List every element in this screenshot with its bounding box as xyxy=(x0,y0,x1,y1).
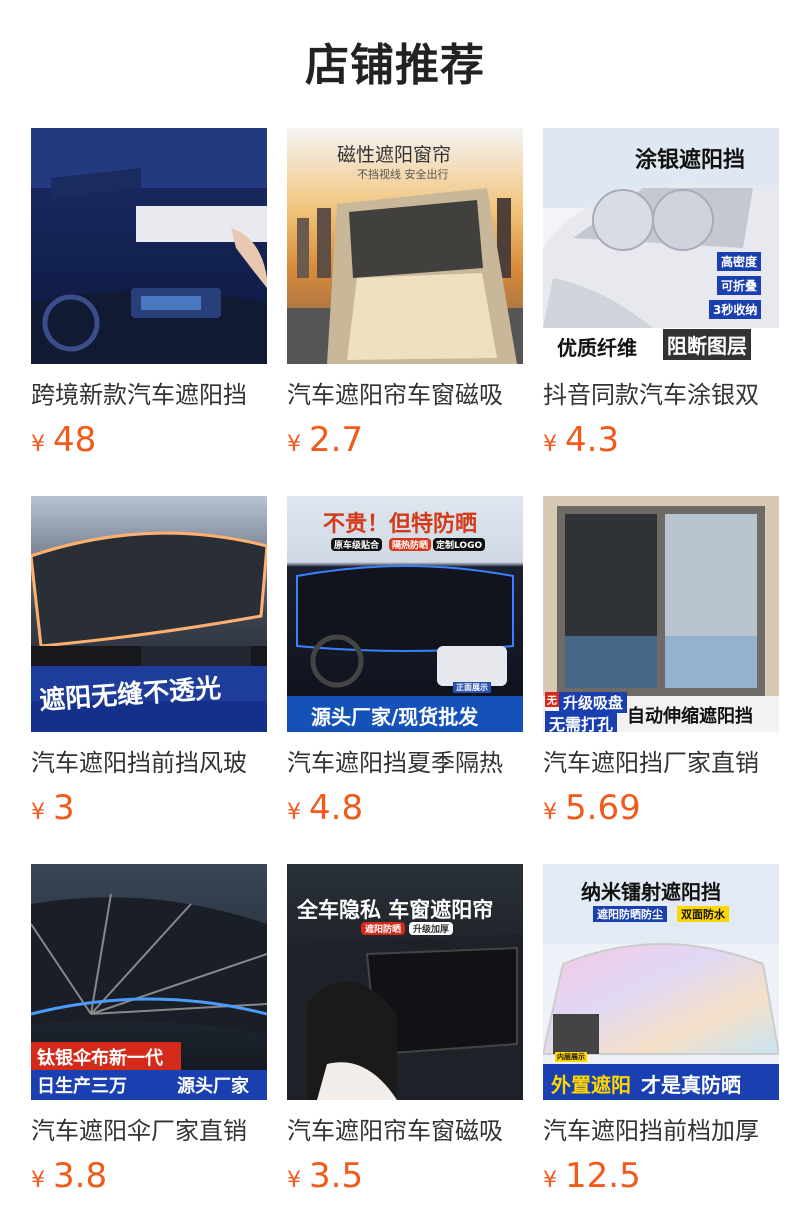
overlay-badge: 隔热防晒 xyxy=(389,538,432,551)
product-card[interactable]: 钛银伞布新一代 日生产三万 源头厂家 汽车遮阳伞厂家直销 ¥3.8 xyxy=(31,864,267,1232)
product-price: ¥3.5 xyxy=(287,1156,523,1196)
overlay-text: 优质纤维 xyxy=(557,336,637,360)
overlay-text: 自动伸缩遮阳挡 xyxy=(627,706,753,727)
product-card[interactable]: 全车隐私 车窗遮阳帘 遮阳防晒 升级加厚 汽车遮阳帘车窗磁吸 ¥3.5 xyxy=(287,864,523,1232)
product-title[interactable]: 汽车遮阳伞厂家直销 xyxy=(31,1114,267,1148)
overlay-text: 才是真防晒 xyxy=(641,1073,741,1097)
overlay-text: 源头厂家 xyxy=(177,1076,249,1097)
product-card[interactable]: 无 升级吸盘 无需打孔 自动伸缩遮阳挡 汽车遮阳挡厂家直销 ¥5.69 xyxy=(543,496,779,864)
overlay-text: 磁性遮阳窗帘 xyxy=(337,144,452,166)
retractable-window-shade-image[interactable]: 无 升级吸盘 无需打孔 自动伸缩遮阳挡 xyxy=(543,496,779,732)
silver-windshield-shade-image[interactable]: 涂银遮阳挡 高密度 可折叠 3秒收纳 优质纤维 阻断图层 xyxy=(543,128,779,364)
magnetic-window-curtain-image[interactable]: 磁性遮阳窗帘 不挡视线 安全出行 xyxy=(287,128,523,364)
overlay-text: 日生产三万 xyxy=(37,1076,127,1097)
privacy-window-curtain-image[interactable]: 全车隐私 车窗遮阳帘 遮阳防晒 升级加厚 xyxy=(287,864,523,1100)
product-card[interactable]: 不贵！但特防晒 原车级贴合 隔热防晒 定制LOGO 正面展示 源头厂家/现货批发… xyxy=(287,496,523,864)
currency-symbol: ¥ xyxy=(543,800,557,825)
product-price: ¥2.7 xyxy=(287,420,523,460)
price-value: 5.69 xyxy=(565,788,641,828)
overlay-badge: 高密度 xyxy=(717,252,762,271)
overlay-text: 全车隐私 车窗遮阳帘 xyxy=(297,898,494,922)
currency-symbol: ¥ xyxy=(31,1168,45,1193)
price-value: 2.7 xyxy=(309,420,364,460)
product-card[interactable]: 遮阳无缝不透光 汽车遮阳挡前挡风玻 ¥3 xyxy=(31,496,267,864)
product-title[interactable]: 汽车遮阳挡夏季隔热 xyxy=(287,746,523,780)
overlay-badge: 升级加厚 xyxy=(409,922,454,935)
price-value: 48 xyxy=(53,420,97,460)
windshield-shade-image[interactable]: 不贵！但特防晒 原车级贴合 隔热防晒 定制LOGO 正面展示 源头厂家/现货批发 xyxy=(287,496,523,732)
overlay-text: 升级吸盘 xyxy=(559,692,628,713)
overlay-badge: 原车级贴合 xyxy=(331,538,383,551)
price-value: 3.5 xyxy=(309,1156,364,1196)
currency-symbol: ¥ xyxy=(287,800,301,825)
product-title[interactable]: 汽车遮阳挡前挡风玻 xyxy=(31,746,267,780)
overlay-badge: 遮阳防晒 xyxy=(361,922,406,935)
product-title[interactable]: 抖音同款汽车涂银双 xyxy=(543,378,779,412)
currency-symbol: ¥ xyxy=(543,1168,557,1193)
product-price: ¥3.8 xyxy=(31,1156,267,1196)
price-value: 12.5 xyxy=(565,1156,641,1196)
overlay-text: 无需打孔 xyxy=(545,711,618,732)
overlay-text: 外置遮阳 xyxy=(551,1073,631,1097)
product-card[interactable]: 涂银遮阳挡 高密度 可折叠 3秒收纳 优质纤维 阻断图层 抖音同款汽车涂银双 ¥… xyxy=(543,128,779,496)
page-title: 店铺推荐 xyxy=(305,40,485,91)
product-price: ¥4.8 xyxy=(287,788,523,828)
product-title[interactable]: 跨境新款汽车遮阳挡 xyxy=(31,378,267,412)
currency-symbol: ¥ xyxy=(31,432,45,457)
car-umbrella-image[interactable]: 钛银伞布新一代 日生产三万 源头厂家 xyxy=(31,864,267,1100)
price-value: 3.8 xyxy=(53,1156,108,1196)
currency-symbol: ¥ xyxy=(287,432,301,457)
product-title[interactable]: 汽车遮阳挡厂家直销 xyxy=(543,746,779,780)
overlay-badge: 可折叠 xyxy=(717,276,762,295)
currency-symbol: ¥ xyxy=(31,800,45,825)
car-interior-sunshade-image[interactable] xyxy=(31,128,267,364)
overlay-badge: 阻断图层 xyxy=(663,329,751,360)
product-price: ¥4.3 xyxy=(543,420,779,460)
overlay-badge: 遮阳防晒防尘 xyxy=(593,906,667,922)
overlay-text: 不挡视线 安全出行 xyxy=(357,168,449,181)
overlay-text: 涂银遮阳挡 xyxy=(635,148,746,173)
overlay-text: 纳米镭射遮阳挡 xyxy=(581,880,721,904)
product-grid: 跨境新款汽车遮阳挡 ¥48 磁性遮阳窗帘 不挡视线 安全出行 汽车遮阳帘车窗磁吸… xyxy=(31,128,781,1232)
product-title[interactable]: 汽车遮阳帘车窗磁吸 xyxy=(287,1114,523,1148)
overlay-badge: 无 xyxy=(545,692,559,707)
product-price: ¥48 xyxy=(31,420,267,460)
currency-symbol: ¥ xyxy=(287,1168,301,1193)
overlay-badge: 3秒收纳 xyxy=(709,300,762,319)
product-title[interactable]: 汽车遮阳挡前档加厚 xyxy=(543,1114,779,1148)
product-price: ¥3 xyxy=(31,788,267,828)
product-price: ¥12.5 xyxy=(543,1156,779,1196)
currency-symbol: ¥ xyxy=(543,432,557,457)
overlay-text: 不贵！但特防晒 xyxy=(323,512,478,537)
product-card[interactable]: 纳米镭射遮阳挡 遮阳防晒防尘 双面防水 内层展示 外置遮阳 才是真防晒 汽车遮阳… xyxy=(543,864,779,1232)
product-card[interactable]: 跨境新款汽车遮阳挡 ¥48 xyxy=(31,128,267,496)
product-price: ¥5.69 xyxy=(543,788,779,828)
overlay-text: 钛银伞布新一代 xyxy=(37,1048,163,1069)
overlay-badge: 双面防水 xyxy=(677,906,729,922)
price-value: 4.3 xyxy=(565,420,620,460)
overlay-badge: 内层展示 xyxy=(555,1052,587,1062)
price-value: 4.8 xyxy=(309,788,364,828)
umbrella-shade-image[interactable]: 遮阳无缝不透光 xyxy=(31,496,267,732)
price-value: 3 xyxy=(53,788,75,828)
laser-shade-cover-image[interactable]: 纳米镭射遮阳挡 遮阳防晒防尘 双面防水 内层展示 外置遮阳 才是真防晒 xyxy=(543,864,779,1100)
overlay-badge: 定制LOGO xyxy=(433,538,486,551)
product-card[interactable]: 磁性遮阳窗帘 不挡视线 安全出行 汽车遮阳帘车窗磁吸 ¥2.7 xyxy=(287,128,523,496)
overlay-text: 源头厂家/现货批发 xyxy=(311,705,479,729)
overlay-badge: 正面展示 xyxy=(453,682,491,693)
product-title[interactable]: 汽车遮阳帘车窗磁吸 xyxy=(287,378,523,412)
